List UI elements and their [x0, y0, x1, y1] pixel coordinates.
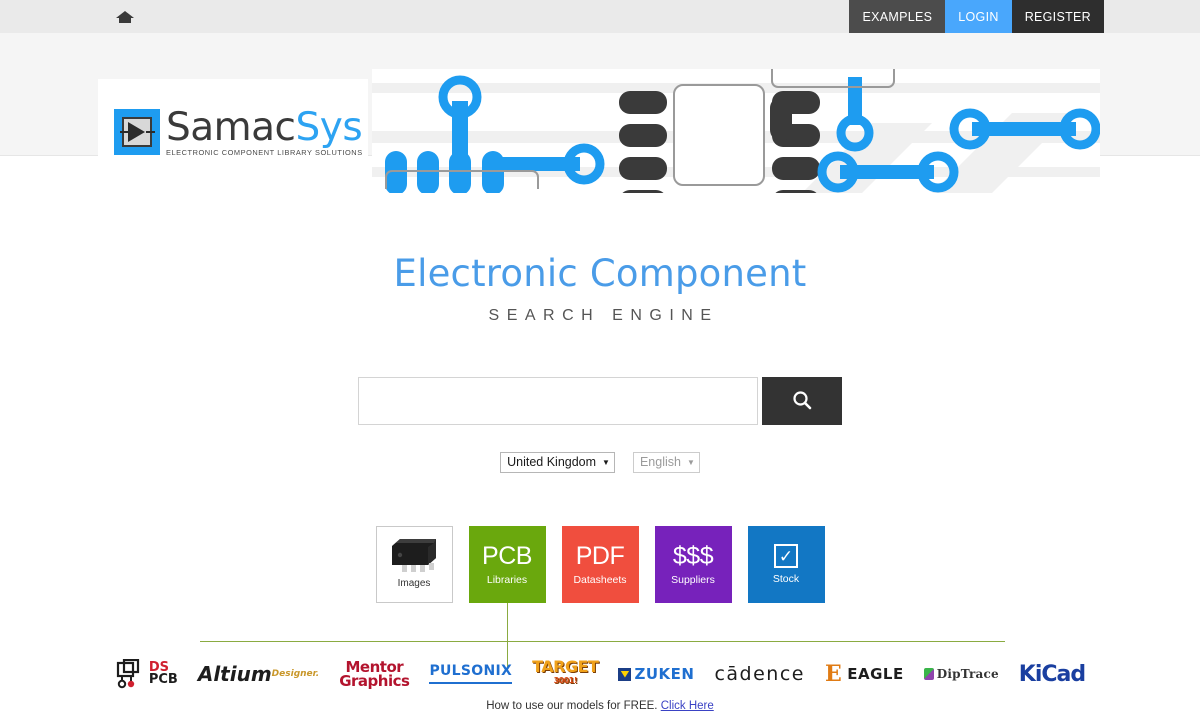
cad-logo-dspcb-label: DS PCB — [148, 660, 178, 687]
language-select-label: English — [639, 455, 681, 469]
cad-logo-mentor-graphics[interactable]: Mentor Graphics — [339, 654, 410, 694]
cad-logo-zuken-label: ZUKEN — [634, 665, 695, 683]
cad-logo-target3001[interactable]: TARGET 3001! — [532, 654, 599, 694]
cad-logo-mentor-sub: Graphics — [339, 672, 410, 690]
tile-pcb-libraries[interactable]: PCB Libraries — [468, 526, 546, 667]
site-logo[interactable]: SamacSys ELECTRONIC COMPONENT LIBRARY SO… — [98, 79, 368, 185]
tile-pdf-datasheets[interactable]: PDF Datasheets — [561, 526, 639, 603]
nav-item-register[interactable]: REGISTER — [1011, 0, 1104, 33]
tile-pdf-caption: Datasheets — [573, 574, 627, 586]
tile-suppliers[interactable]: $$$ Suppliers — [654, 526, 732, 603]
tile-connector-horizontal — [200, 641, 1005, 642]
zuken-mark-icon — [618, 667, 632, 681]
cad-logo-altium-sub: Designer. — [271, 668, 320, 679]
tile-suppliers-big-label: $$$ — [672, 542, 714, 570]
cad-logo-diptrace[interactable]: DipTrace — [923, 654, 999, 694]
cad-logo-cadence-label: cādence — [714, 663, 805, 685]
cad-logo-pulsonix[interactable]: PULSONIX — [429, 654, 513, 694]
home-button[interactable] — [105, 0, 145, 33]
cad-logo-zuken[interactable]: ZUKEN — [618, 654, 694, 694]
cad-logo-dspcb[interactable]: DS PCB — [115, 654, 178, 694]
search-button[interactable] — [762, 377, 842, 425]
tile-images-label: Images — [397, 578, 431, 589]
page-title: Electronic Component — [393, 252, 807, 295]
tile-stock-caption: Stock — [772, 573, 800, 585]
tile-suppliers-caption: Suppliers — [671, 574, 715, 586]
tile-pcb-caption: Libraries — [486, 574, 528, 586]
nav-item-login-label: LOGIN — [958, 9, 999, 24]
logo-name-part1: Samac — [166, 104, 296, 150]
nav-items: EXAMPLES LOGIN REGISTER — [849, 0, 1104, 33]
cad-logo-eagle[interactable]: E EAGLE — [825, 654, 904, 694]
logo-tagline: ELECTRONIC COMPONENT LIBRARY SOLUTIONS — [166, 147, 363, 157]
locale-selectors: United Kingdom ▼ English ▼ — [0, 452, 1200, 473]
pcb-trace-banner — [372, 69, 1100, 193]
search-icon — [791, 389, 813, 414]
site-header: SamacSys ELECTRONIC COMPONENT LIBRARY SO… — [0, 33, 1200, 193]
tile-stock[interactable]: ✓ Stock — [747, 526, 825, 603]
tile-pcb-big-label: PCB — [482, 542, 532, 570]
cad-logo-diptrace-label: DipTrace — [936, 667, 999, 681]
eagle-mark-icon: E — [824, 661, 843, 687]
chevron-down-icon: ▼ — [686, 457, 695, 467]
checkbox-checked-icon: ✓ — [774, 544, 798, 568]
search-row — [0, 377, 1200, 425]
nav-item-examples-label: EXAMPLES — [862, 9, 933, 24]
cad-logo-altium[interactable]: Altium Designer. — [198, 654, 319, 694]
tile-images[interactable]: Images — [375, 526, 453, 603]
cad-logo-eagle-label: EAGLE — [847, 665, 904, 683]
nav-item-register-label: REGISTER — [1024, 9, 1091, 24]
search-input[interactable] — [358, 377, 758, 425]
nav-item-examples[interactable]: EXAMPLES — [849, 0, 946, 33]
country-select-label: United Kingdom — [507, 455, 597, 469]
language-select[interactable]: English ▼ — [632, 452, 700, 473]
logo-name-part2: Sys — [295, 104, 363, 150]
cad-logo-altium-label: Altium — [197, 661, 272, 686]
cad-logo-kicad-label: KiCad — [1018, 661, 1086, 687]
chevron-down-icon: ▼ — [602, 457, 610, 467]
category-tiles: Images PCB Libraries PDF Datasheets $$$ … — [0, 526, 1200, 667]
footer-click-here-link[interactable]: Click Here — [661, 700, 714, 712]
cad-logo-target-sub: 3001! — [553, 676, 578, 685]
footer-note-text: How to use our models for FREE. — [486, 700, 658, 712]
chip-photo-icon — [386, 534, 442, 574]
page-subtitle: SEARCH ENGINE — [488, 307, 719, 324]
top-navigation-bar: EXAMPLES LOGIN REGISTER — [0, 0, 1200, 33]
cad-tool-logos: DS PCB Altium Designer. Mentor Graphics P… — [0, 654, 1200, 694]
tile-pdf-big-label: PDF — [575, 542, 625, 570]
nav-item-login[interactable]: LOGIN — [945, 0, 1012, 33]
cad-logo-kicad[interactable]: KiCad — [1018, 654, 1086, 694]
country-select[interactable]: United Kingdom ▼ — [500, 452, 615, 473]
home-icon — [115, 9, 135, 25]
cad-logo-cadence[interactable]: cādence — [714, 654, 805, 694]
hero-section: Electronic Component SEARCH ENGINE Unite… — [0, 156, 1200, 667]
diptrace-mark-icon — [923, 668, 934, 680]
footer-note: How to use our models for FREE. Click He… — [0, 700, 1200, 712]
chip-logo-icon — [114, 109, 160, 155]
cad-logo-pulsonix-label: PULSONIX — [429, 663, 513, 679]
cad-logo-pulsonix-underline — [429, 682, 513, 684]
